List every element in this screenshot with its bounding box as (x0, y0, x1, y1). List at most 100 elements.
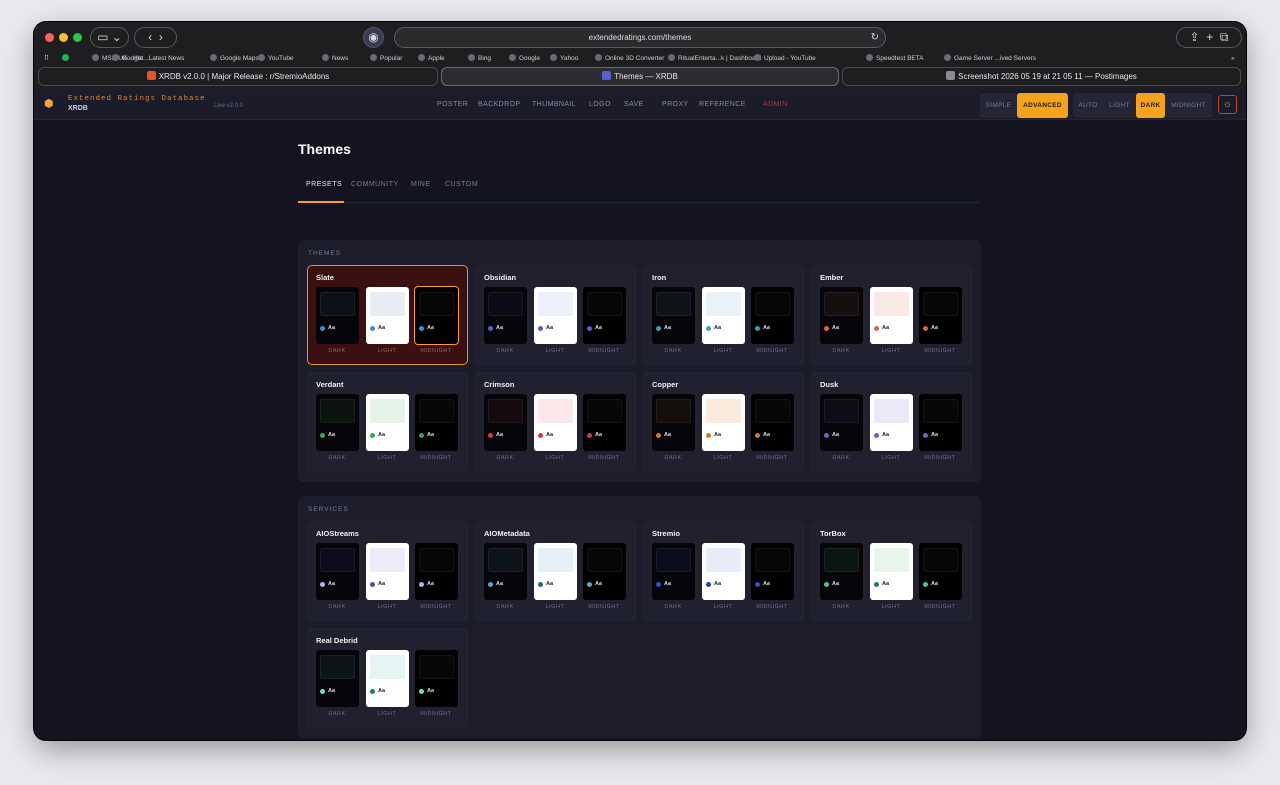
browser-tab[interactable]: Themes — XRDB (441, 67, 839, 86)
swatch-midnight[interactable]: Aa (583, 543, 626, 600)
swatch-light[interactable]: Aa (534, 287, 577, 344)
zoom-window-button[interactable] (73, 33, 82, 42)
swatch-light[interactable]: Aa (366, 287, 409, 344)
favorite-item[interactable]: RitualEnterta...k | Dashboard (668, 53, 761, 65)
swatch-midnight[interactable]: Aa (415, 394, 458, 451)
theme-card-obsidian[interactable]: Obsidian Aa DARK Aa LIGHT Aa MIDNIGHT (475, 265, 636, 365)
favorite-item[interactable]: News (322, 53, 348, 65)
theme-card-stremio[interactable]: Stremio Aa DARK Aa LIGHT Aa MIDNIGHT (643, 521, 804, 621)
nav-link-poster[interactable]: POSTER (437, 101, 468, 108)
swatch-dark[interactable]: Aa (316, 394, 359, 451)
address-bar[interactable]: extendedratings.com/themes ↻ (394, 27, 886, 48)
swatch-light[interactable]: Aa (366, 394, 409, 451)
share-tabs-buttons[interactable]: ⇪ + ⧉ (1176, 27, 1242, 48)
swatch-midnight[interactable]: Aa (919, 543, 962, 600)
theme-card-dusk[interactable]: Dusk Aa DARK Aa LIGHT Aa MIDNIGHT (811, 372, 972, 472)
nav-link-thumbnail[interactable]: THUMBNAIL (532, 101, 576, 108)
extension-icon[interactable]: ◉ (363, 27, 384, 48)
sidebar-toggle-button[interactable]: ▭ ⌄ (90, 27, 129, 48)
toggle-advanced[interactable]: ADVANCED (1017, 93, 1068, 118)
swatch-dark[interactable]: Aa (820, 394, 863, 451)
swatch-dark[interactable]: Aa (316, 543, 359, 600)
theme-card-slate[interactable]: Slate Aa DARK Aa LIGHT Aa MIDNIGHT (307, 265, 468, 365)
swatch-dark[interactable]: Aa (316, 650, 359, 707)
favorite-item[interactable]: Upload - YouTube (754, 53, 816, 65)
spotify-icon[interactable] (62, 53, 72, 65)
subtab-mine[interactable]: MINE (411, 181, 431, 188)
theme-card-real-debrid[interactable]: Real Debrid Aa DARK Aa LIGHT Aa MIDNIGHT (307, 628, 468, 728)
swatch-dark[interactable]: Aa (652, 287, 695, 344)
subtab-community[interactable]: COMMUNITY (351, 181, 399, 188)
swatch-midnight[interactable]: Aa (583, 394, 626, 451)
subtab-presets[interactable]: PRESETS (306, 181, 342, 188)
swatch-midnight[interactable]: Aa (919, 394, 962, 451)
favorite-item[interactable]: Apple (418, 53, 445, 65)
favorite-item[interactable]: Google (112, 53, 143, 65)
favorite-item[interactable]: Game Server ...ived Servers (944, 53, 1036, 65)
swatch-midnight[interactable]: Aa (414, 286, 459, 345)
swatch-light[interactable]: Aa (870, 394, 913, 451)
nav-link-admin[interactable]: ADMIN (763, 101, 788, 108)
swatch-light[interactable]: Aa (366, 543, 409, 600)
swatch-midnight[interactable]: Aa (919, 287, 962, 344)
nav-link-backdrop[interactable]: BACKDROP (478, 101, 521, 108)
theme-card-torbox[interactable]: TorBox Aa DARK Aa LIGHT Aa MIDNIGHT (811, 521, 972, 621)
browser-tab[interactable]: XRDB v2.0.0 | Major Release : r/StremioA… (38, 67, 438, 86)
swatch-light[interactable]: Aa (870, 543, 913, 600)
swatch-light[interactable]: Aa (534, 543, 577, 600)
swatch-midnight[interactable]: Aa (751, 394, 794, 451)
favorite-item[interactable]: Online 3D Converter (595, 53, 664, 65)
toggle-light[interactable]: LIGHT (1103, 93, 1136, 118)
swatch-midnight[interactable]: Aa (751, 543, 794, 600)
theme-card-aiometadata[interactable]: AIOMetadata Aa DARK Aa LIGHT Aa MIDNIGHT (475, 521, 636, 621)
browser-tab[interactable]: Screenshot 2026 05 19 at 21 05 11 — Post… (842, 67, 1241, 86)
nav-link-proxy[interactable]: PROXY (662, 101, 689, 108)
apps-grid-icon[interactable]: ⠿ (44, 53, 49, 65)
minimize-window-button[interactable] (59, 33, 68, 42)
toggle-simple[interactable]: SIMPLE (980, 93, 1017, 118)
sun-icon[interactable]: ☼ (1218, 95, 1237, 114)
favorite-item[interactable]: Google Maps (210, 53, 259, 65)
theme-card-ember[interactable]: Ember Aa DARK Aa LIGHT Aa MIDNIGHT (811, 265, 972, 365)
swatch-light[interactable]: Aa (702, 394, 745, 451)
favorite-item[interactable]: YouTube (258, 53, 294, 65)
close-window-button[interactable] (45, 33, 54, 42)
swatch-dark[interactable]: Aa (484, 394, 527, 451)
swatch-midnight[interactable]: Aa (415, 543, 458, 600)
swatch-midnight[interactable]: Aa (415, 650, 458, 707)
theme-card-copper[interactable]: Copper Aa DARK Aa LIGHT Aa MIDNIGHT (643, 372, 804, 472)
swatch-midnight[interactable]: Aa (751, 287, 794, 344)
nav-link-save[interactable]: SAVE (624, 101, 644, 108)
nav-link-reference[interactable]: REFERENCE (699, 101, 746, 108)
swatch-dark[interactable]: Aa (484, 287, 527, 344)
swatch-light[interactable]: Aa (534, 394, 577, 451)
swatch-dark[interactable]: Aa (820, 287, 863, 344)
toggle-midnight[interactable]: MIDNIGHT (1165, 93, 1212, 118)
theme-card-aiostreams[interactable]: AIOStreams Aa DARK Aa LIGHT Aa MIDNIGHT (307, 521, 468, 621)
swatch-dark[interactable]: Aa (820, 543, 863, 600)
theme-card-crimson[interactable]: Crimson Aa DARK Aa LIGHT Aa MIDNIGHT (475, 372, 636, 472)
favorite-item[interactable]: Bing (468, 53, 491, 65)
swatch-dark[interactable]: Aa (484, 543, 527, 600)
swatch-dark[interactable]: Aa (652, 394, 695, 451)
favorite-item[interactable]: Speedtest BETA (866, 53, 924, 65)
favorite-item[interactable]: Yahoo (550, 53, 578, 65)
theme-card-iron[interactable]: Iron Aa DARK Aa LIGHT Aa MIDNIGHT (643, 265, 804, 365)
toggle-dark[interactable]: DARK (1136, 93, 1165, 118)
swatch-dark[interactable]: Aa (316, 287, 359, 344)
favorites-overflow-icon[interactable]: » (1231, 53, 1235, 65)
swatch-light[interactable]: Aa (702, 287, 745, 344)
toggle-auto[interactable]: AUTO (1073, 93, 1103, 118)
nav-link-logo[interactable]: LOGO (589, 101, 611, 108)
favorite-item[interactable]: Google (509, 53, 540, 65)
reload-icon[interactable]: ↻ (871, 28, 879, 47)
subtab-custom[interactable]: CUSTOM (445, 181, 478, 188)
swatch-dark[interactable]: Aa (652, 543, 695, 600)
swatch-light[interactable]: Aa (702, 543, 745, 600)
swatch-light[interactable]: Aa (870, 287, 913, 344)
favorite-item[interactable]: Popular (370, 53, 402, 65)
theme-card-verdant[interactable]: Verdant Aa DARK Aa LIGHT Aa MIDNIGHT (307, 372, 468, 472)
swatch-midnight[interactable]: Aa (583, 287, 626, 344)
back-forward-buttons[interactable]: ‹ › (134, 27, 177, 48)
swatch-light[interactable]: Aa (366, 650, 409, 707)
